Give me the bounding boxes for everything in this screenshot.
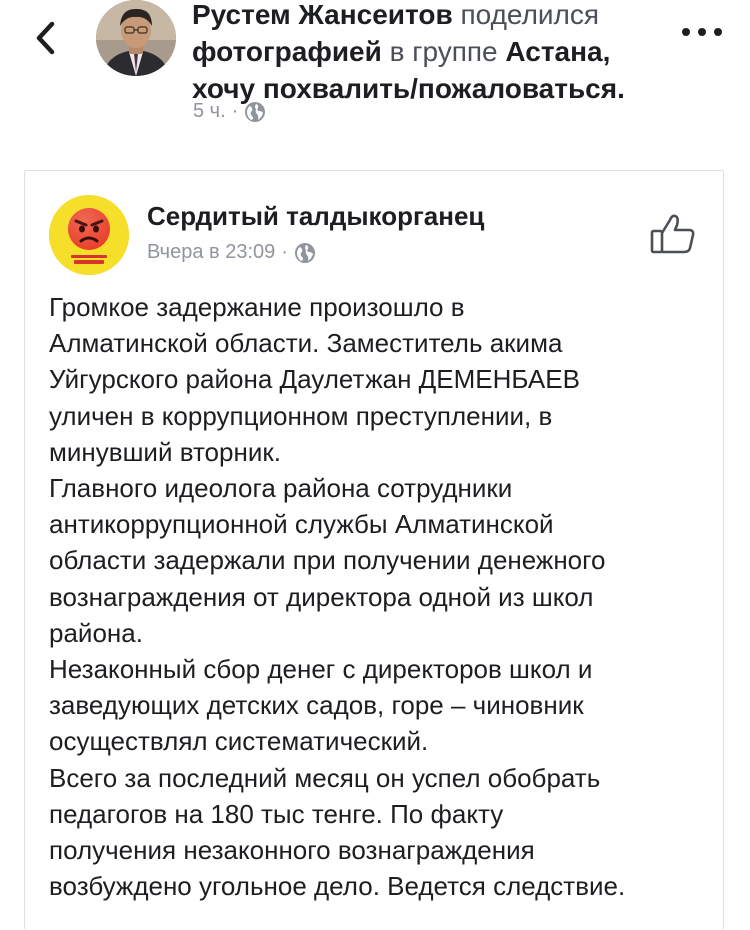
action-text: поделился bbox=[452, 0, 600, 30]
back-button[interactable] bbox=[28, 16, 68, 60]
group-prefix: в группе bbox=[381, 36, 506, 67]
meta-separator: · bbox=[281, 241, 288, 263]
thumbs-up-icon bbox=[650, 214, 695, 254]
more-dots-icon bbox=[682, 28, 690, 36]
post-time[interactable]: 5 ч. bbox=[193, 100, 226, 123]
post-body-text: Громкое задержание произошло в Алматинск… bbox=[49, 292, 626, 902]
page-name-link[interactable]: Сердитый талдыкорганец bbox=[147, 201, 484, 232]
more-dot bbox=[714, 28, 722, 36]
more-dot bbox=[698, 28, 706, 36]
more-options-button[interactable] bbox=[682, 22, 722, 42]
page-avatar[interactable] bbox=[49, 195, 129, 275]
author-avatar[interactable] bbox=[96, 0, 176, 76]
shared-post-card[interactable]: Сердитый талдыкорганец Вчера в 23:09 · Г… bbox=[24, 170, 724, 930]
author-name-link[interactable]: Рустем Жансеитов bbox=[192, 0, 453, 30]
shared-post-meta: Вчера в 23:09 · bbox=[147, 241, 316, 264]
like-page-button[interactable] bbox=[649, 211, 697, 255]
post-meta: 5 ч. · bbox=[193, 100, 266, 123]
globe-icon bbox=[245, 101, 266, 122]
globe-icon bbox=[294, 242, 315, 263]
photo-link[interactable]: фотографией bbox=[192, 36, 382, 67]
chevron-left-icon bbox=[36, 21, 55, 55]
shared-post-time[interactable]: Вчера в 23:09 bbox=[147, 241, 275, 264]
share-headline: Рустем Жансеитов поделился фотографией в… bbox=[192, 0, 662, 107]
meta-separator: · bbox=[231, 100, 239, 122]
post-header: Рустем Жансеитов поделился фотографией в… bbox=[0, 0, 750, 140]
